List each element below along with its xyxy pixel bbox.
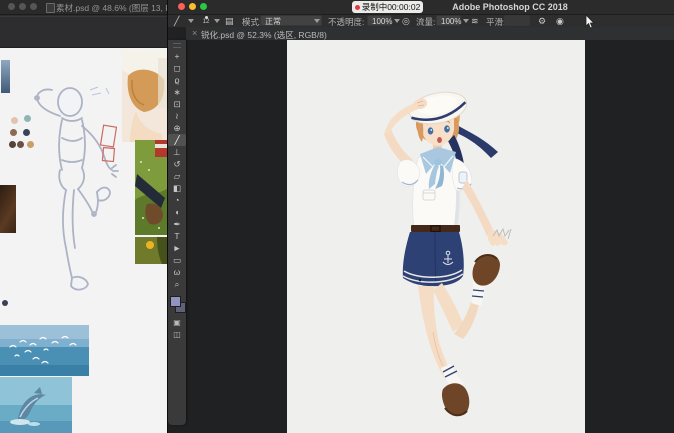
recording-time: 录制中00:00:02	[362, 1, 421, 13]
palette-swatch-brown	[10, 129, 17, 136]
pose-sketch-drawing	[20, 82, 130, 297]
divider	[0, 16, 168, 17]
reference-canvas[interactable]	[0, 47, 168, 433]
flow-value: 100%	[441, 17, 461, 26]
artboard-canvas[interactable]	[287, 40, 585, 433]
tab-close-icon[interactable]: ×	[192, 28, 197, 38]
mode-value: 正常	[265, 17, 281, 26]
app-title: Adobe Photoshop CC 2018	[430, 2, 590, 12]
mode-select[interactable]: 正常	[260, 15, 322, 26]
opacity-value: 100%	[372, 17, 392, 26]
opacity-select[interactable]: 100%	[367, 15, 392, 26]
palette-swatch-umber	[17, 141, 24, 148]
palette-swatch-tan	[27, 141, 34, 148]
background-window-titlebar[interactable]: 素材.psd @ 48.6% (图层 13, RGB/8)	[0, 0, 168, 15]
background-document-window[interactable]: 素材.psd @ 48.6% (图层 13, RGB/8)	[0, 0, 168, 433]
zoom-button[interactable]	[200, 3, 207, 10]
reference-character-closeup	[122, 50, 168, 142]
close-button-inactive[interactable]	[8, 3, 15, 10]
hand-tool[interactable]: ω	[168, 266, 186, 278]
brush-preset-caret-icon[interactable]	[214, 19, 220, 23]
dodge-tool[interactable]: ◖	[168, 206, 186, 218]
mode-caret-icon[interactable]	[314, 19, 320, 23]
palette-swatch-darkbrown	[9, 141, 16, 148]
zoom-tool[interactable]: ⌕	[168, 278, 186, 290]
flow-select[interactable]: 100%	[436, 15, 461, 26]
foreground-color-swatch[interactable]	[170, 296, 181, 307]
background-window-chrome	[0, 15, 168, 48]
brush-size-value: 12	[200, 19, 212, 25]
reference-photo-brown	[0, 185, 16, 233]
flow-caret-icon[interactable]	[463, 19, 469, 23]
eyedropper-tool[interactable]: ≀	[168, 110, 186, 122]
document-tab-bar: × 锐化.psd @ 52.3% (选区, RGB/8)	[186, 27, 674, 41]
reference-photo-dolphin	[0, 377, 72, 433]
reference-photo-grass-boots	[135, 140, 168, 235]
reference-photo-blue	[1, 60, 10, 93]
zoom-button-inactive[interactable]	[30, 3, 37, 10]
pressure-size-icon[interactable]: ◉	[556, 15, 564, 27]
history-brush-tool[interactable]: ↺	[168, 158, 186, 170]
palette-swatch-pink	[11, 117, 18, 124]
smoothing-gear-icon[interactable]: ⚙	[538, 15, 546, 27]
opacity-caret-icon[interactable]	[394, 19, 400, 23]
quick-selection-tool[interactable]: ∗	[168, 86, 186, 98]
marquee-tool[interactable]: ◻	[168, 62, 186, 74]
healing-brush-tool[interactable]: ⊕	[168, 122, 186, 134]
recording-indicator-badge[interactable]: 录制中00:00:02	[352, 1, 423, 13]
pressure-opacity-icon[interactable]: ◎	[402, 15, 410, 27]
eraser-tool[interactable]: ▱	[168, 170, 186, 182]
gradient-tool[interactable]: ◧	[168, 182, 186, 194]
smoothing-input[interactable]	[504, 15, 530, 26]
document-proxy-icon	[46, 3, 55, 13]
type-tool[interactable]: T	[168, 230, 186, 242]
brush-tool-icon[interactable]: ╱	[174, 15, 179, 27]
color-swatches	[170, 296, 185, 312]
palette-swatch-navy-single	[2, 300, 8, 306]
brush-preset-picker[interactable]: 12	[200, 15, 212, 27]
sailor-girl-illustration	[287, 40, 585, 433]
toolbar-grip-handle[interactable]	[173, 43, 181, 48]
airbrush-icon[interactable]: ≋	[471, 15, 479, 27]
pen-tool[interactable]: ✒	[168, 218, 186, 230]
minimize-button-inactive[interactable]	[19, 3, 26, 10]
close-button[interactable]	[178, 3, 185, 10]
clone-stamp-tool[interactable]: ⊥	[168, 146, 186, 158]
quick-mask-button[interactable]: ▣	[168, 318, 186, 327]
brush-tool-caret-icon[interactable]	[188, 19, 194, 23]
path-selection-tool[interactable]: ►	[168, 242, 186, 254]
palette-swatch-navy	[23, 129, 30, 136]
recording-dot-icon	[355, 5, 360, 10]
shape-tool[interactable]: ▭	[168, 254, 186, 266]
brush-tool[interactable]: ╱	[168, 134, 186, 146]
crop-tool[interactable]: ⊡	[168, 98, 186, 110]
reference-photo-seagulls	[0, 325, 89, 376]
tools-panel: + ◻ ϱ ∗ ⊡ ≀ ⊕ ╱ ⊥ ↺ ▱ ◧ ◔ ◖ ✒ T ► ▭ ω ⌕ …	[168, 40, 186, 425]
minimize-button[interactable]	[189, 3, 196, 10]
brush-panel-toggle-icon[interactable]: ▤	[225, 15, 234, 27]
reference-photo-olive	[135, 237, 168, 264]
titlebar[interactable]: 录制中00:00:02 Adobe Photoshop CC 2018	[168, 0, 674, 15]
photoshop-window[interactable]: 录制中00:00:02 Adobe Photoshop CC 2018 ╱ 12…	[168, 0, 674, 433]
move-tool[interactable]: +	[168, 50, 186, 62]
palette-swatch-teal	[24, 115, 31, 122]
canvas-pasteboard	[186, 40, 674, 433]
mouse-cursor	[585, 15, 595, 29]
lasso-tool[interactable]: ϱ	[168, 74, 186, 86]
background-window-title: 素材.psd @ 48.6% (图层 13, RGB/8)	[56, 2, 168, 14]
blur-tool[interactable]: ◔	[168, 194, 186, 206]
screen-mode-button[interactable]: ◫	[168, 330, 186, 339]
